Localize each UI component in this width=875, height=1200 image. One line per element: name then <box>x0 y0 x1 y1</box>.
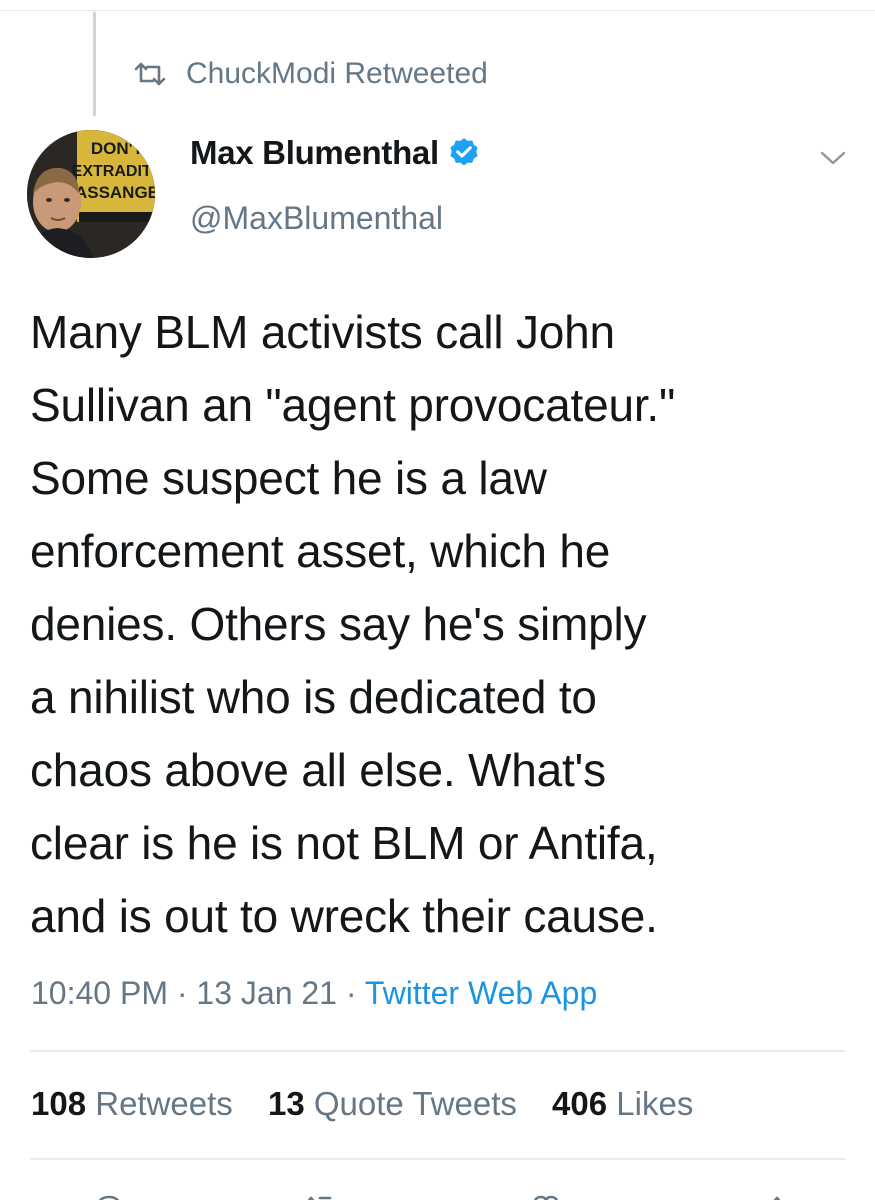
tweet-text-line: denies. Others say he's simply <box>30 598 647 650</box>
tweet-text-line: clear is he is not BLM or Antifa, <box>30 817 658 869</box>
thread-line <box>93 12 96 116</box>
avatar-sign-line-3: ASSANGE <box>75 183 155 202</box>
avatar[interactable]: DON'T EXTRADITE ASSANGE <box>27 130 155 258</box>
retweet-action-icon[interactable] <box>300 1194 340 1200</box>
avatar-image: DON'T EXTRADITE ASSANGE <box>27 130 155 258</box>
retweets-label: Retweets <box>95 1085 233 1122</box>
action-bar <box>0 1188 875 1200</box>
tweet-stats: 108 Retweets 13 Quote Tweets 406 Likes <box>31 1085 719 1123</box>
author-display-name[interactable]: Max Blumenthal <box>190 134 481 172</box>
retweet-icon <box>134 62 166 86</box>
avatar-sign-line-2: EXTRADITE <box>72 163 155 180</box>
quote-tweets-label: Quote Tweets <box>313 1085 517 1122</box>
tweet-text-line: Many BLM activists call John <box>30 306 615 358</box>
tweet-date[interactable]: 13 Jan 21 <box>196 975 337 1011</box>
heart-icon[interactable] <box>528 1194 564 1200</box>
quote-tweets-count: 13 <box>267 1085 305 1122</box>
quote-tweets-stat[interactable]: 13 Quote Tweets <box>268 1085 517 1122</box>
retweets-count: 108 <box>31 1085 87 1122</box>
tweet-text-line: Some suspect he is a law <box>30 452 547 504</box>
share-icon[interactable] <box>760 1194 794 1200</box>
divider <box>30 1050 845 1052</box>
retweet-context-text: ChuckModi Retweeted <box>186 57 488 90</box>
tweet-text-line: chaos above all else. What's <box>30 744 606 796</box>
likes-count: 406 <box>552 1085 608 1122</box>
tweet-time[interactable]: 10:40 PM <box>31 975 168 1011</box>
top-border <box>0 10 875 11</box>
retweet-context: ChuckModi Retweeted <box>132 55 488 93</box>
reply-icon[interactable] <box>92 1194 126 1200</box>
avatar-sign-line-1: DON'T <box>91 139 144 158</box>
likes-label: Likes <box>616 1085 694 1122</box>
likes-stat[interactable]: 406 Likes <box>552 1085 693 1122</box>
author-name-text: Max Blumenthal <box>190 134 439 171</box>
tweet-source-link[interactable]: Twitter Web App <box>365 975 597 1011</box>
tweet-text-line: Sullivan an "agent provocateur." <box>30 379 676 431</box>
tweet-text-line: enforcement asset, which he <box>30 525 611 577</box>
tweet-text-line: and is out to wreck their cause. <box>30 890 658 942</box>
chevron-down-icon[interactable] <box>818 146 848 170</box>
meta-separator: · <box>345 975 357 1011</box>
retweets-stat[interactable]: 108 Retweets <box>31 1085 233 1122</box>
divider <box>30 1158 845 1160</box>
verified-badge-icon <box>450 138 478 166</box>
tweet-text-line: a nihilist who is dedicated to <box>30 671 597 723</box>
tweet-text: Many BLM activists call John Sullivan an… <box>30 296 860 953</box>
meta-separator: · <box>176 975 188 1011</box>
author-handle[interactable]: @MaxBlumenthal <box>190 200 443 237</box>
tweet-metadata: 10:40 PM · 13 Jan 21 · Twitter Web App <box>31 975 597 1012</box>
